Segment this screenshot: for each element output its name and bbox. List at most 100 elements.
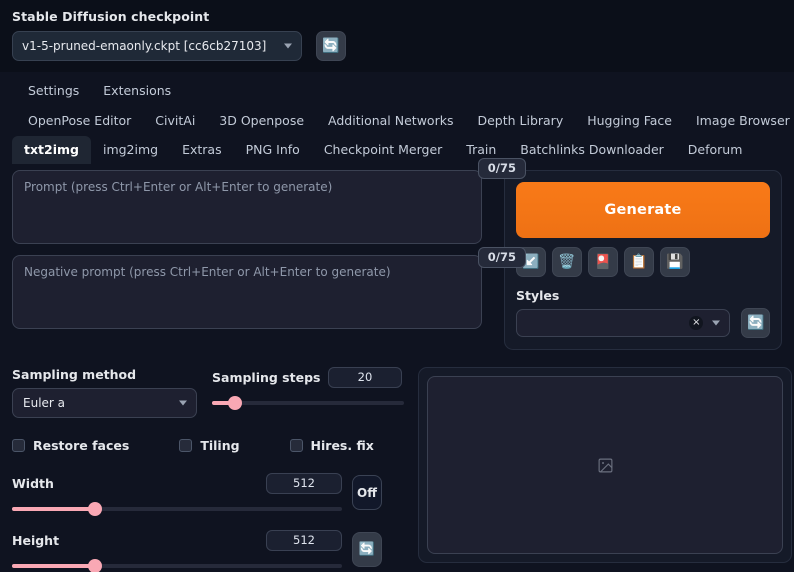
sampling-method-label: Sampling method <box>12 367 137 382</box>
styles-select[interactable]: × <box>516 309 731 337</box>
nav-image-browser[interactable]: Image Browser <box>684 106 794 136</box>
slider-thumb[interactable] <box>228 396 243 410</box>
width-label: Width <box>12 476 54 491</box>
nav-3d-openpose[interactable]: 3D Openpose <box>207 106 316 136</box>
cards-icon: 🎴 <box>594 254 612 270</box>
prompt-column: Prompt (press Ctrl+Enter or Alt+Enter to… <box>12 158 526 350</box>
sampling-method-value: Euler a <box>23 396 66 410</box>
swap-dimensions-button[interactable]: 🔄 <box>352 532 382 567</box>
styles-label: Styles <box>516 288 560 303</box>
txt2img-panel: Prompt (press Ctrl+Enter or Alt+Enter to… <box>0 158 794 572</box>
checkpoint-select-value: v1-5-pruned-emaonly.ckpt [cc6cb27103] <box>22 39 267 53</box>
refresh-checkpoint-button[interactable]: 🔄 <box>316 31 346 61</box>
tab-png-info[interactable]: PNG Info <box>234 136 312 164</box>
refresh-icon: 🔄 <box>746 315 765 331</box>
width-slider[interactable] <box>12 502 342 516</box>
chevron-down-icon <box>284 43 292 49</box>
checkpoint-select[interactable]: v1-5-pruned-emaonly.ckpt [cc6cb27103] <box>12 31 302 61</box>
height-group: Height 512 <box>12 530 342 572</box>
nav-top-row: Settings Extensions <box>0 76 794 106</box>
swap-icon: 🔄 <box>358 542 376 557</box>
image-placeholder-icon <box>598 458 612 472</box>
refresh-styles-button[interactable]: 🔄 <box>741 308 770 338</box>
chevron-down-icon <box>712 320 721 326</box>
gallery-column <box>418 367 792 572</box>
height-label: Height <box>12 533 60 548</box>
lower-columns: Sampling method Euler a Sampling steps 2… <box>12 367 792 572</box>
show-extra-networks-button[interactable]: 🎴 <box>588 247 618 277</box>
refresh-icon: 🔄 <box>322 38 340 54</box>
save-style-button[interactable]: 💾 <box>660 247 690 277</box>
nav-depth-library[interactable]: Depth Library <box>465 106 575 136</box>
tab-deforum[interactable]: Deforum <box>676 136 755 164</box>
width-value[interactable]: 512 <box>266 473 342 494</box>
chevron-down-icon <box>179 400 187 406</box>
checkpoint-label: Stable Diffusion checkpoint <box>12 9 210 24</box>
nav-second-row: OpenPose Editor CivitAi 3D Openpose Addi… <box>0 106 794 136</box>
sampling-method-group: Sampling method Euler a <box>12 367 204 418</box>
negative-prompt-token-counter: 0/75 <box>477 247 526 268</box>
checkbox-box[interactable] <box>12 439 25 452</box>
checkpoint-bar: Stable Diffusion checkpoint v1-5-pruned-… <box>0 0 794 72</box>
slider-thumb[interactable] <box>87 502 102 516</box>
prompt-wrapper: Prompt (press Ctrl+Enter or Alt+Enter to… <box>12 158 526 329</box>
sampling-steps-value[interactable]: 20 <box>328 367 402 388</box>
tab-txt2img[interactable]: txt2img <box>12 136 91 164</box>
sampling-row: Sampling method Euler a Sampling steps 2… <box>12 367 404 418</box>
height-header: Height 512 <box>12 530 342 551</box>
main-tab-bar: txt2img img2img Extras PNG Info Checkpoi… <box>0 136 794 164</box>
width-group: Width 512 <box>12 473 342 516</box>
checkbox-box[interactable] <box>179 439 193 452</box>
sampling-steps-group: Sampling steps 20 <box>212 367 404 410</box>
nav-hugging-face[interactable]: Hugging Face <box>575 106 684 136</box>
output-gallery[interactable] <box>427 376 783 554</box>
settings-column: Sampling method Euler a Sampling steps 2… <box>12 367 404 572</box>
clear-prompt-button[interactable]: 🗑️ <box>552 247 582 277</box>
sampling-steps-header: Sampling steps 20 <box>212 367 402 388</box>
styles-row: × 🔄 <box>516 308 770 338</box>
checkbox-label: Tiling <box>200 438 240 453</box>
checkbox-label: Restore faces <box>33 438 130 453</box>
prompt-tools-row: ↙️ 🗑️ 🎴 📋 💾 <box>516 247 770 277</box>
nav-additional-networks[interactable]: Additional Networks <box>316 106 465 136</box>
dimensions-block: Width 512 Off Height 512 🔄 <box>12 473 404 572</box>
generate-column: Generate ↙️ 🗑️ 🎴 📋 💾 Styles × 🔄 <box>504 170 782 350</box>
checkbox-tiling[interactable]: Tiling <box>179 438 240 453</box>
sampling-method-select[interactable]: Euler a <box>12 388 197 418</box>
trash-icon: 🗑️ <box>558 254 576 270</box>
width-header: Width 512 <box>12 473 342 494</box>
tab-batchlinks-downloader[interactable]: Batchlinks Downloader <box>508 136 676 164</box>
height-row: Height 512 🔄 <box>12 530 404 572</box>
height-value[interactable]: 512 <box>266 530 342 551</box>
checkbox-label: Hires. fix <box>310 438 374 453</box>
height-slider[interactable] <box>12 559 342 572</box>
checkpoint-row: v1-5-pruned-emaonly.ckpt [cc6cb27103] 🔄 <box>12 31 782 61</box>
floppy-disk-icon: 💾 <box>666 254 684 270</box>
checkbox-box[interactable] <box>289 439 303 452</box>
nav-extensions[interactable]: Extensions <box>91 76 183 106</box>
tab-img2img[interactable]: img2img <box>91 136 170 164</box>
app-shell: Settings Extensions OpenPose Editor Civi… <box>0 72 794 572</box>
tab-checkpoint-merger[interactable]: Checkpoint Merger <box>312 136 454 164</box>
nav-openpose-editor[interactable]: OpenPose Editor <box>16 106 143 136</box>
slider-thumb[interactable] <box>87 559 102 572</box>
generate-button[interactable]: Generate <box>516 182 770 238</box>
sampling-steps-label: Sampling steps <box>212 370 321 385</box>
prompt-input[interactable]: Prompt (press Ctrl+Enter or Alt+Enter to… <box>12 170 482 244</box>
sampling-steps-slider[interactable] <box>212 396 404 410</box>
toggles-row: Restore faces Tiling Hires. fix <box>12 438 404 453</box>
checkbox-hires-fix[interactable]: Hires. fix <box>289 438 374 453</box>
nav-settings[interactable]: Settings <box>16 76 91 106</box>
apply-style-button[interactable]: 📋 <box>624 247 654 277</box>
clear-styles-icon[interactable]: × <box>689 316 704 330</box>
prompt-token-counter: 0/75 <box>477 158 526 179</box>
checkbox-restore-faces[interactable]: Restore faces <box>12 438 129 453</box>
slider-fill <box>12 507 95 511</box>
generate-panel: Generate ↙️ 🗑️ 🎴 📋 💾 Styles × 🔄 <box>504 170 782 350</box>
tab-extras[interactable]: Extras <box>170 136 234 164</box>
clipboard-icon: 📋 <box>630 254 648 270</box>
batch-toggle-button[interactable]: Off <box>352 475 382 510</box>
nav-civitai[interactable]: CivitAi <box>143 106 207 136</box>
negative-prompt-input[interactable]: Negative prompt (press Ctrl+Enter or Alt… <box>12 255 482 329</box>
width-row: Width 512 Off <box>12 473 404 516</box>
